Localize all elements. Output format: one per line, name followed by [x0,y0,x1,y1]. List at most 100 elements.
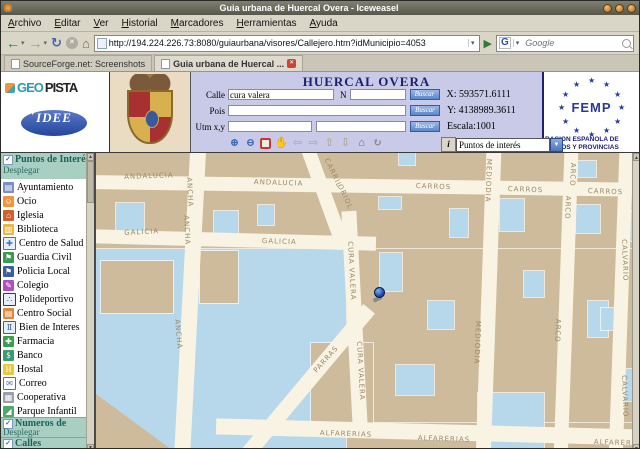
search-bar[interactable]: G ▾ [496,34,634,52]
poi-item-banco[interactable]: $ Banco [1,348,86,362]
map-marker[interactable] [374,287,385,298]
coat-of-arms [110,72,191,152]
map-block [378,196,402,210]
pan-icon[interactable]: ✋ [274,136,289,150]
menu-marcadores[interactable]: Marcadores [171,18,224,29]
poi-item-colegio[interactable]: ✎ Colegio [1,278,86,292]
poi-item-cooperativa[interactable]: ▦ Cooperativa [1,390,86,404]
poi-item-centro-social[interactable]: ▤ Centro Social [1,306,86,320]
forward-icon[interactable]: → [29,35,43,51]
buscar-pois-button[interactable]: Buscar [410,105,440,116]
menu-archivo[interactable]: Archivo [8,18,41,29]
go-button[interactable]: ▶ [484,37,492,50]
search-icon[interactable] [622,38,631,48]
refresh-icon[interactable]: ↻ [51,35,62,51]
poi-item-ocio[interactable]: ☺ Ocio [1,194,86,208]
pan-down-icon[interactable]: ⇩ [338,136,353,150]
url-bar[interactable]: ▾ [93,34,480,52]
scroll-up-icon[interactable]: ▲ [87,153,94,161]
home-icon[interactable]: ⌂ [82,36,90,51]
buscar-calle-button[interactable]: Buscar [409,89,440,100]
cooperative-icon: ▦ [3,391,14,403]
url-dropdown-icon[interactable]: ▾ [468,39,477,47]
poi-item-biblioteca[interactable]: ▥ Biblioteca [1,222,86,236]
home-icon[interactable]: ⌂ [354,136,369,150]
menu-historial[interactable]: Historial [122,18,158,29]
map-block [449,208,469,238]
idee-logo: ✦ IDEE [21,108,87,136]
minimize-button[interactable] [603,3,612,13]
poi-item-polideportivo[interactable]: ∴ Polideportivo [1,292,86,306]
poi-item-hostal[interactable]: H Hostal [1,362,86,376]
poi-item-bien-de-interes[interactable]: Ⅱ Bien de Interes [1,320,86,334]
tab-1[interactable]: Guia urbana de Huercal ... ✕ [154,55,304,71]
poi-item-correo[interactable]: ✉ Correo [1,376,86,390]
shield-center [145,110,159,128]
menu-editar[interactable]: Editar [54,18,80,29]
back-icon[interactable]: ← [6,36,20,50]
map-canvas[interactable]: ANDALUCIA ANDALUCIA ANCHA ANCHA ANCHA GALICIA… [96,153,632,448]
pan-left-icon[interactable]: ⇦ [290,136,305,150]
utm-y-input[interactable] [316,121,406,132]
tab-0[interactable]: SourceForge.net: Screenshots [4,55,153,71]
poi-item-guardia-civil[interactable]: ⚑ Guardia Civil [1,250,86,264]
tab-close-icon[interactable]: ✕ [287,59,297,68]
menu-bar: Archivo Editar Ver Historial Marcadores Herra… [1,15,639,32]
forward-history-caret-icon[interactable]: ▾ [44,39,48,47]
sports-center-icon: ∴ [3,292,16,306]
close-button[interactable] [627,3,636,13]
back-history-caret-icon[interactable]: ▾ [21,39,25,47]
star-icon: ★ [588,130,596,139]
map-block [213,210,239,236]
zoom-out-icon[interactable]: ⊖ [243,136,258,150]
pois-input[interactable] [228,105,406,116]
calle-input[interactable] [228,89,334,100]
pois-label: Pois [209,105,225,116]
poi-item-farmacia[interactable]: ✚ Farmacia [1,334,86,348]
stop-icon[interactable]: ✕ [65,37,78,49]
poi-item-iglesia[interactable]: ⌂ Iglesia [1,208,86,222]
buscar-utm-button[interactable]: Buscar [410,121,440,132]
poi-item-centro-de-salud[interactable]: ✚ Centro de Salud [1,236,86,250]
scroll-down-icon[interactable]: ▼ [633,444,639,448]
poi-toggle-link[interactable]: Desplegar [3,165,84,175]
poi-item-ayuntamiento[interactable]: ▤ Ayuntamiento [1,180,86,194]
poi-section-header[interactable]: ✓ Puntos de Interés Desplegar [1,153,86,179]
select-area-icon[interactable] [260,137,271,149]
sidebar-scrollbar[interactable]: ▲ ▼ [86,153,94,448]
checkbox-icon[interactable]: ✓ [3,438,13,448]
web-search-input[interactable] [523,37,620,49]
app-header: GEOPISTA ✦ IDEE HUERCAL OVERA Calle N Bu… [1,72,639,153]
chevron-down-icon[interactable]: ▼ [550,138,563,152]
poi-item-label: Correo [19,377,47,389]
numeros-section-header[interactable]: ✓ Numeros de Desplegar [1,418,86,438]
numero-input[interactable] [349,89,406,100]
page-scrollbar[interactable]: ▲ ▼ [632,153,639,448]
calles-section-header[interactable]: ✓ Calles [1,438,86,448]
layers-dropdown-value[interactable]: Puntos de interés [456,138,550,152]
refresh-icon[interactable]: ↻ [370,136,385,150]
logo-panel: GEO PISTA ✦ IDEE [1,72,110,152]
zoom-in-icon[interactable]: ⊕ [227,136,242,150]
checkbox-icon[interactable]: ✓ [3,154,13,165]
pan-up-icon[interactable]: ⇧ [322,136,337,150]
page-icon [161,58,171,69]
poi-item-parque-infantil[interactable]: ◢ Parque Infantil [1,404,86,418]
layers-dropdown[interactable]: Puntos de interés ▼ [456,138,563,152]
scroll-down-icon[interactable]: ▼ [87,444,94,448]
scrollbar-thumb[interactable] [87,161,94,203]
menu-herramientas[interactable]: Herramientas [236,18,296,29]
poi-item-label: Cooperativa [17,391,66,403]
scroll-up-icon[interactable]: ▲ [633,153,639,161]
utm-x-input[interactable] [228,121,312,132]
menu-ver[interactable]: Ver [93,18,108,29]
menu-ayuda[interactable]: Ayuda [310,18,338,29]
info-button[interactable]: i [441,137,456,152]
search-engine-caret-icon[interactable]: ▾ [512,39,522,47]
url-input[interactable] [108,38,467,48]
poi-item-label: Farmacia [17,335,55,347]
maximize-button[interactable] [615,3,624,13]
pan-right-icon[interactable]: ⇨ [306,136,321,150]
poi-item-policia-local[interactable]: ⚑ Policia Local [1,264,86,278]
search-engine-icon[interactable]: G [499,37,511,49]
